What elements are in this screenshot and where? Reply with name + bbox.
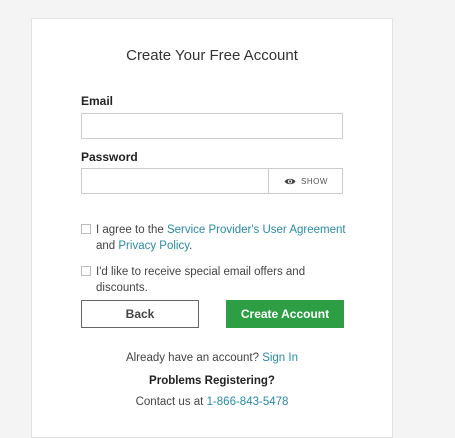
- offers-row: I'd like to receive special email offers…: [81, 264, 351, 296]
- create-account-button[interactable]: Create Account: [226, 300, 344, 328]
- offers-text: I'd like to receive special email offers…: [96, 266, 306, 294]
- page-title: Create Your Free Account: [126, 47, 298, 64]
- sign-in-link[interactable]: Sign In: [262, 352, 298, 364]
- agreement-checkbox[interactable]: [81, 224, 91, 234]
- agreement-suffix: .: [189, 240, 193, 252]
- show-password-toggle[interactable]: SHOW: [270, 169, 342, 193]
- email-field[interactable]: [81, 113, 343, 139]
- password-label: Password: [81, 150, 138, 164]
- signin-line: Already have an account? Sign In: [32, 352, 392, 364]
- email-label: Email: [81, 94, 114, 108]
- back-button[interactable]: Back: [81, 300, 199, 328]
- privacy-policy-link[interactable]: Privacy Policy: [118, 240, 189, 252]
- user-agreement-link[interactable]: Service Provider's User Agreement: [167, 224, 346, 236]
- password-field[interactable]: [82, 169, 269, 193]
- offers-checkbox[interactable]: [81, 266, 91, 276]
- problems-registering-heading: Problems Registering?: [149, 375, 275, 387]
- agreement-text: I agree to the Service Provider's User A…: [81, 222, 351, 254]
- agreement-middle: and: [96, 240, 119, 252]
- password-field-group: SHOW: [81, 168, 343, 194]
- show-password-label: SHOW: [301, 176, 328, 186]
- contact-line: Contact us at 1-866-843-5478: [32, 396, 392, 408]
- contact-phone-link[interactable]: 1-866-843-5478: [207, 396, 289, 408]
- signup-card: Create Your Free Account Email Password …: [31, 18, 393, 438]
- signin-prefix: Already have an account?: [126, 352, 263, 364]
- agreement-row: I agree to the Service Provider's User A…: [81, 222, 351, 254]
- agreement-prefix: I agree to the: [96, 224, 167, 236]
- contact-prefix: Contact us at: [135, 396, 207, 408]
- eye-icon: [284, 178, 296, 184]
